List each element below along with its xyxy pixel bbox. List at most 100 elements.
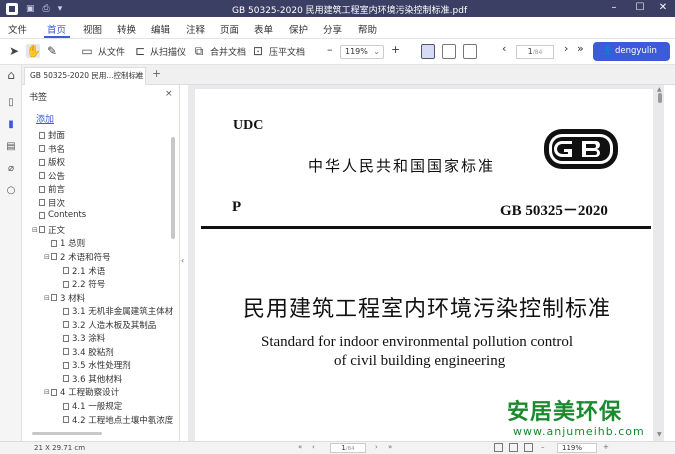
hand-tool-icon[interactable]: ✋ xyxy=(26,44,41,58)
bookmark-item[interactable]: 4.2 工程地点土壤中氡浓度 xyxy=(56,414,173,426)
collapse-toggle-icon[interactable]: ⊟ xyxy=(32,226,39,234)
fit-page-icon[interactable] xyxy=(442,44,456,59)
last-page-button[interactable]: » xyxy=(577,42,584,55)
bookmark-item[interactable]: 2.2 符号 xyxy=(56,278,105,290)
status-next-page-button[interactable]: › xyxy=(375,443,378,451)
bookmark-item[interactable]: Contents xyxy=(32,210,86,220)
status-last-page-button[interactable]: » xyxy=(388,443,392,451)
bookmark-item[interactable]: 3.6 其他材料 xyxy=(56,373,122,385)
single-page-mode-icon[interactable] xyxy=(494,443,503,452)
rotate-page-icon[interactable] xyxy=(463,44,477,59)
bookmark-item[interactable]: 3.4 胶粘剂 xyxy=(56,346,114,358)
from-file-icon[interactable]: ▭ xyxy=(80,44,94,58)
quick-access-dropdown-icon[interactable]: ▾ xyxy=(58,4,63,14)
bookmark-label: 3 材料 xyxy=(60,293,86,304)
menu-form[interactable]: 表单 xyxy=(254,22,273,36)
save-icon[interactable]: ▣ xyxy=(26,4,35,14)
menu-help[interactable]: 帮助 xyxy=(358,22,377,36)
close-window-button[interactable]: ✕ xyxy=(650,0,675,17)
two-page-mode-icon[interactable] xyxy=(509,443,518,452)
compress-icon[interactable]: ⊡ xyxy=(251,44,265,58)
select-cursor-icon[interactable]: ➤ xyxy=(7,44,21,58)
scanner-icon[interactable]: ⊏ xyxy=(133,44,147,58)
menu-edit[interactable]: 编辑 xyxy=(151,22,170,36)
status-zoom-select[interactable]: 119% xyxy=(557,443,597,453)
bookmark-page-icon xyxy=(63,321,69,329)
bookmark-item[interactable]: 3.5 水性处理剂 xyxy=(56,359,131,371)
menu-page[interactable]: 页面 xyxy=(220,22,239,36)
edit-tool-icon[interactable]: ✎ xyxy=(45,44,59,58)
zoom-out-button[interactable]: – xyxy=(327,43,333,56)
menu-comment[interactable]: 注释 xyxy=(186,22,205,36)
bookmark-item[interactable]: 3.3 涂料 xyxy=(56,332,105,344)
bookmark-item[interactable]: 3.2 人造木板及其制品 xyxy=(56,319,156,331)
status-prev-page-button[interactable]: ‹ xyxy=(312,443,315,451)
menu-home[interactable]: 首页 xyxy=(47,22,66,36)
bookmark-item[interactable]: 版权 xyxy=(32,156,65,168)
bookmark-item[interactable]: ⊟ 正文 xyxy=(32,224,65,236)
bookmark-page-icon xyxy=(63,375,69,383)
search-icon[interactable]: ○ xyxy=(5,185,17,197)
bookmark-item[interactable]: 2.1 术语 xyxy=(56,265,105,277)
bookmark-item[interactable]: 书名 xyxy=(32,143,65,155)
compress-button[interactable]: 压平文档 xyxy=(269,45,305,58)
document-scrollbar-thumb[interactable] xyxy=(658,93,662,103)
bookmark-item[interactable]: 1 总则 xyxy=(44,237,85,249)
bookmark-scrollbar[interactable] xyxy=(171,137,175,239)
user-account-button[interactable]: 👤 dengyulin xyxy=(593,42,670,61)
bookmark-item[interactable]: 公告 xyxy=(32,170,65,182)
menu-view[interactable]: 视图 xyxy=(83,22,102,36)
scroll-up-icon[interactable]: ▲ xyxy=(657,86,662,93)
print-icon[interactable]: ⎙ xyxy=(43,4,50,14)
zoom-select[interactable]: 119% ⌄ xyxy=(340,45,384,59)
menu-file[interactable]: 文件 xyxy=(8,22,27,36)
merge-button[interactable]: 合并文档 xyxy=(210,45,246,58)
bookmark-item[interactable]: ⊟ 4 工程勘察设计 xyxy=(44,386,119,398)
home-icon[interactable]: ⌂ xyxy=(5,69,17,81)
status-bar: 21 X 29.71 cm « ‹ 1/84 › » – 119% + xyxy=(0,441,675,454)
bookmark-item[interactable]: 前言 xyxy=(32,183,65,195)
scroll-down-icon[interactable]: ▼ xyxy=(657,431,662,438)
close-panel-icon[interactable]: × xyxy=(165,89,173,99)
bookmark-item[interactable]: 3.1 无机非金属建筑主体材 xyxy=(56,305,173,317)
new-tab-button[interactable]: + xyxy=(152,67,161,80)
bookmark-icon[interactable]: ▮ xyxy=(5,119,17,131)
bookmark-page-icon xyxy=(39,158,45,166)
document-tab[interactable]: GB 50325-2020 民用...控制标准 × xyxy=(24,67,146,85)
bookmark-item[interactable]: 目次 xyxy=(32,197,65,209)
thumbnails-icon[interactable]: ▯ xyxy=(5,97,17,109)
app-logo-icon xyxy=(6,2,18,15)
bookmark-item[interactable]: ⊟ 2 术语和符号 xyxy=(44,251,111,263)
collapse-toggle-icon[interactable]: ⊟ xyxy=(44,388,51,396)
status-page-input[interactable]: 1/84 xyxy=(330,443,366,453)
page-number-input[interactable]: 1/84 xyxy=(516,45,554,59)
add-bookmark-link[interactable]: 添加 xyxy=(36,112,54,125)
bookmark-horizontal-scrollbar[interactable] xyxy=(32,432,102,435)
close-tab-icon[interactable]: × xyxy=(135,68,141,84)
minimize-button[interactable]: – xyxy=(601,0,627,17)
first-page-button[interactable]: « xyxy=(298,443,302,451)
status-zoom-out-button[interactable]: – xyxy=(541,443,545,451)
from-file-button[interactable]: 从文件 xyxy=(98,45,125,58)
bookmark-item[interactable]: ⊟ 3 材料 xyxy=(44,292,85,304)
next-page-button[interactable]: › xyxy=(564,42,568,55)
continuous-mode-icon[interactable] xyxy=(524,443,533,452)
attachment-icon[interactable]: ⌀ xyxy=(5,163,17,175)
collapse-panel-icon[interactable]: ‹ xyxy=(181,256,184,265)
document-viewport[interactable]: UDC 中华人民共和国国家标准 GB P GB 50325－2020 民用建筑工… xyxy=(188,85,664,441)
comments-icon[interactable]: ▤ xyxy=(5,141,17,153)
menu-share[interactable]: 分享 xyxy=(323,22,342,36)
bookmark-item[interactable]: 4.1 一般规定 xyxy=(56,400,122,412)
bookmark-label: 前言 xyxy=(48,185,66,196)
merge-icon[interactable]: ⧉ xyxy=(192,44,206,58)
from-scanner-button[interactable]: 从扫描仪 xyxy=(150,45,186,58)
single-page-view-icon[interactable] xyxy=(421,44,435,59)
collapse-toggle-icon[interactable]: ⊟ xyxy=(44,253,51,261)
menu-protect[interactable]: 保护 xyxy=(289,22,308,36)
bookmark-item[interactable]: 封面 xyxy=(32,129,65,141)
menu-convert[interactable]: 转换 xyxy=(117,22,136,36)
prev-page-button[interactable]: ‹ xyxy=(502,42,506,55)
collapse-toggle-icon[interactable]: ⊟ xyxy=(44,294,51,302)
status-zoom-in-button[interactable]: + xyxy=(603,443,609,451)
zoom-in-button[interactable]: + xyxy=(391,43,400,56)
